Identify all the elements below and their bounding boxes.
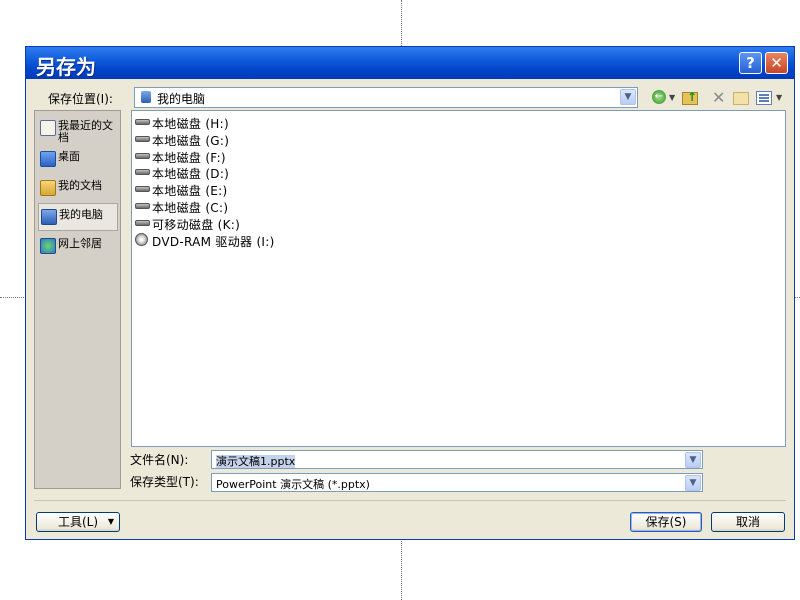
hard-drive-icon bbox=[135, 169, 150, 175]
file-list[interactable]: 本地磁盘 (H:) 本地磁盘 (G:) 本地磁盘 (F:) 本地磁盘 (D:) … bbox=[131, 110, 786, 447]
drive-name: 本地磁盘 (D:) bbox=[152, 167, 230, 181]
save-button[interactable]: 保存(S) bbox=[630, 512, 702, 532]
drive-name: 本地磁盘 (F:) bbox=[152, 151, 226, 165]
hard-drive-icon bbox=[135, 136, 150, 142]
drive-name: 本地磁盘 (G:) bbox=[152, 134, 230, 148]
filename-label: 文件名(N): bbox=[130, 453, 189, 467]
hard-drive-icon bbox=[135, 119, 150, 125]
dialog-title: 另存为 bbox=[36, 55, 96, 79]
close-button[interactable]: ✕ bbox=[765, 52, 788, 74]
views-icon[interactable] bbox=[756, 91, 772, 105]
filename-value[interactable]: 演示文稿1.pptx bbox=[216, 455, 296, 468]
filetype-select[interactable]: PowerPoint 演示文稿 (*.pptx) ▼ bbox=[211, 473, 703, 492]
place-label: 我的电脑 bbox=[59, 208, 103, 221]
place-recent-documents[interactable]: 我最近的文档 bbox=[38, 115, 118, 144]
places-bar: 我最近的文档 桌面 我的文档 我的电脑 网上邻居 bbox=[34, 110, 121, 489]
chevron-down-icon[interactable]: ▼ bbox=[685, 475, 701, 491]
my-documents-icon bbox=[40, 180, 56, 196]
views-dropdown-icon[interactable]: ▼ bbox=[776, 90, 782, 106]
chevron-down-icon: ▼ bbox=[107, 517, 114, 526]
tools-button[interactable]: 工具(L) ▼ bbox=[36, 512, 120, 532]
place-label: 网上邻居 bbox=[58, 237, 102, 250]
place-network[interactable]: 网上邻居 bbox=[38, 233, 118, 261]
place-my-computer[interactable]: 我的电脑 bbox=[38, 203, 118, 231]
hard-drive-icon bbox=[135, 153, 150, 159]
divider bbox=[34, 500, 786, 501]
place-label: 我最近的文档 bbox=[58, 119, 113, 144]
title-bar[interactable]: 另存为 ? ✕ bbox=[26, 47, 794, 79]
new-folder-icon[interactable] bbox=[733, 92, 749, 105]
place-label: 我的文档 bbox=[58, 179, 102, 192]
drive-name: 本地磁盘 (E:) bbox=[152, 184, 228, 198]
desktop-icon bbox=[40, 151, 56, 167]
filename-field[interactable]: 演示文稿1.pptx ▼ bbox=[211, 450, 703, 469]
place-my-documents[interactable]: 我的文档 bbox=[38, 175, 118, 203]
save-as-dialog: 另存为 ? ✕ 保存位置(I): 我的电脑 ▼ ← ▼ ✕ ▼ 我最近的文档 桌… bbox=[25, 46, 795, 540]
my-computer-icon bbox=[41, 209, 57, 225]
place-desktop[interactable]: 桌面 bbox=[38, 146, 118, 174]
removable-drive-icon bbox=[135, 220, 150, 226]
place-label: 桌面 bbox=[58, 150, 80, 163]
back-dropdown-icon[interactable]: ▼ bbox=[669, 90, 675, 106]
hard-drive-icon bbox=[135, 186, 150, 192]
drive-name: DVD-RAM 驱动器 (I:) bbox=[152, 235, 275, 249]
delete-icon[interactable]: ✕ bbox=[712, 90, 725, 106]
drive-name: 可移动磁盘 (K:) bbox=[152, 218, 241, 232]
hard-drive-icon bbox=[135, 203, 150, 209]
dvd-drive-icon bbox=[135, 233, 148, 246]
drive-name: 本地磁盘 (C:) bbox=[152, 201, 229, 215]
recent-docs-icon bbox=[40, 120, 56, 136]
network-places-icon bbox=[40, 238, 56, 254]
help-button[interactable]: ? bbox=[739, 52, 762, 74]
save-location-label: 保存位置(I): bbox=[48, 92, 113, 106]
cancel-button[interactable]: 取消 bbox=[711, 512, 785, 532]
back-icon[interactable]: ← bbox=[652, 90, 666, 104]
filetype-label: 保存类型(T): bbox=[130, 475, 199, 489]
slide-guide-horizontal-left bbox=[0, 297, 26, 298]
my-computer-icon bbox=[141, 91, 151, 103]
chevron-down-icon[interactable]: ▼ bbox=[620, 89, 636, 105]
filetype-value: PowerPoint 演示文稿 (*.pptx) bbox=[216, 478, 370, 491]
save-location-select[interactable]: 我的电脑 ▼ bbox=[134, 87, 638, 108]
chevron-down-icon[interactable]: ▼ bbox=[685, 452, 701, 468]
drive-name: 本地磁盘 (H:) bbox=[152, 117, 229, 131]
save-location-value: 我的电脑 bbox=[157, 92, 206, 106]
up-folder-icon[interactable] bbox=[682, 89, 698, 105]
tools-button-label: 工具(L) bbox=[57, 515, 99, 529]
